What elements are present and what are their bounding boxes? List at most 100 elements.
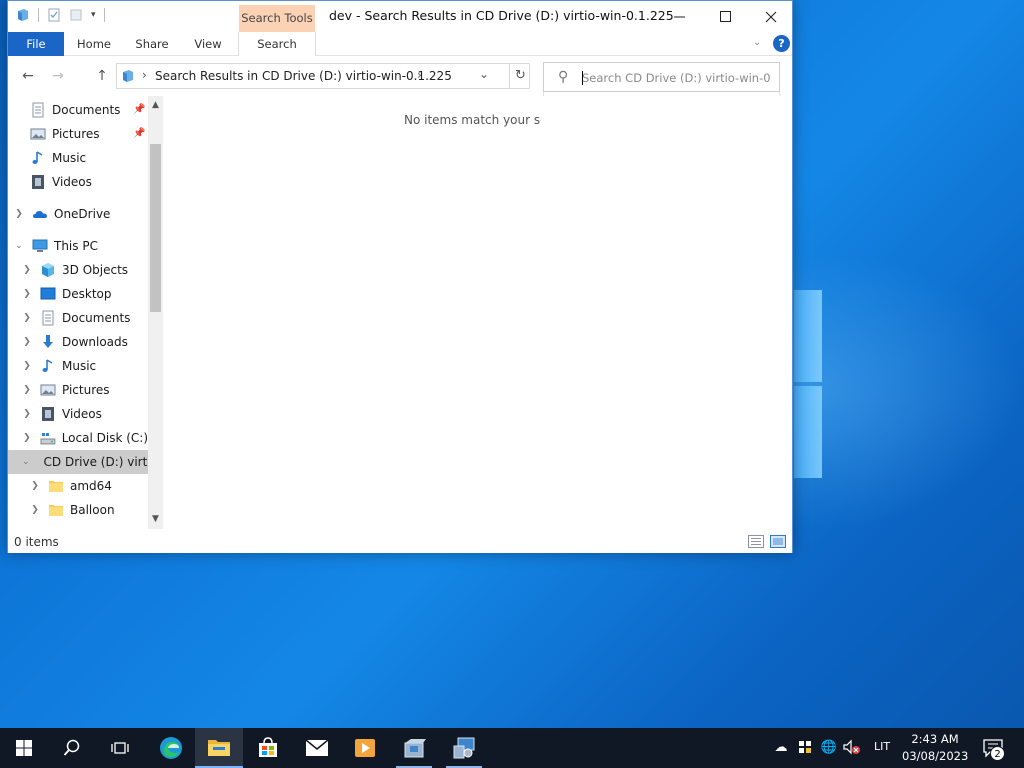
tab-view[interactable]: View — [184, 32, 232, 56]
chevron-right-icon[interactable]: ❯ — [22, 337, 32, 347]
search-box[interactable]: ⚲ — [543, 62, 780, 92]
address-history-chevron-icon[interactable]: ⌄ — [479, 67, 489, 81]
minimize-icon — [673, 16, 685, 18]
network-globe-icon[interactable]: 🌐 — [820, 739, 838, 757]
taskbar-edge[interactable] — [147, 728, 195, 768]
breadcrumb-separator-icon[interactable]: › — [142, 68, 147, 82]
chevron-right-icon[interactable]: ❯ — [22, 433, 32, 443]
tab-search[interactable]: Search — [238, 32, 316, 56]
taskbar-store[interactable] — [244, 728, 292, 768]
search-results-icon — [123, 70, 133, 82]
nav-item-label: Videos — [62, 407, 102, 421]
item-count: 0 items — [14, 535, 59, 549]
nav-item-cd-drive[interactable]: ⌄ CD Drive (D:) virtio-win-0.1.225 — [8, 450, 163, 474]
scrollbar-thumb[interactable] — [150, 144, 161, 312]
chevron-right-icon[interactable]: ❯ — [14, 209, 24, 219]
volume-muted-icon[interactable] — [843, 739, 861, 757]
nav-item-label: amd64 — [70, 479, 112, 493]
clock-time: 2:43 AM — [911, 732, 959, 746]
nav-item-documents-quick[interactable]: Documents 📌 — [8, 98, 148, 122]
nav-item-music[interactable]: ❯ Music — [8, 354, 148, 378]
minimize-button[interactable] — [656, 1, 702, 32]
nav-item-downloads[interactable]: ❯ Downloads — [8, 330, 148, 354]
folder-icon — [49, 481, 63, 492]
nav-item-documents[interactable]: ❯ Documents — [8, 306, 148, 330]
properties-icon[interactable] — [47, 8, 61, 22]
close-button[interactable] — [748, 1, 794, 32]
taskbar-media-player[interactable] — [341, 728, 389, 768]
start-button[interactable] — [0, 728, 48, 768]
nav-item-label: Local Disk (C:) — [61, 431, 148, 445]
nav-item-music-quick[interactable]: Music — [8, 146, 148, 170]
videos-icon — [32, 175, 44, 189]
chevron-right-icon[interactable]: ❯ — [22, 361, 32, 371]
help-button[interactable]: ? — [773, 35, 790, 52]
chevron-down-icon[interactable]: ⌄ — [22, 457, 30, 467]
scroll-down-icon[interactable]: ▼ — [148, 514, 163, 524]
weather-cloud-icon[interactable]: ☁ — [772, 739, 790, 757]
forward-button[interactable]: → — [47, 66, 69, 86]
nav-item-amd64[interactable]: ❯ amd64 — [8, 474, 148, 498]
nav-item-balloon[interactable]: ❯ Balloon — [8, 498, 148, 522]
nav-item-3d-objects[interactable]: ❯ 3D Objects — [8, 258, 148, 282]
clock-date: 03/08/2023 — [902, 749, 969, 763]
nav-item-local-disk[interactable]: ❯ Local Disk (C:) — [8, 426, 148, 450]
nav-item-label: Music — [62, 359, 97, 373]
chevron-right-icon[interactable]: ❯ — [22, 289, 32, 299]
nav-item-label: Pictures — [62, 383, 110, 397]
security-shield-icon[interactable] — [796, 739, 814, 757]
taskbar-app-installer[interactable] — [390, 728, 438, 768]
taskbar-setup-tool[interactable] — [440, 728, 488, 768]
expand-ribbon-icon[interactable]: ⌄ — [753, 37, 761, 48]
taskbar-search-button[interactable] — [48, 728, 96, 768]
nav-item-desktop[interactable]: ❯ Desktop — [8, 282, 148, 306]
breadcrumb-chevron-icon[interactable]: › — [417, 68, 422, 82]
task-view-button[interactable] — [96, 728, 144, 768]
scroll-up-icon[interactable]: ▲ — [148, 100, 163, 110]
chevron-right-icon[interactable]: ❯ — [22, 313, 32, 323]
tab-file[interactable]: File — [8, 32, 64, 56]
search-input[interactable] — [582, 68, 772, 88]
breadcrumb-search-results[interactable]: Search Results in CD Drive (D:) virtio-w… — [155, 69, 452, 83]
nav-item-onedrive[interactable]: ❯ OneDrive — [8, 202, 148, 226]
nav-item-videos-quick[interactable]: Videos — [8, 170, 148, 194]
chevron-right-icon[interactable]: ❯ — [22, 409, 32, 419]
nav-item-label: Videos — [52, 175, 92, 189]
details-view-icon[interactable] — [748, 535, 764, 548]
tab-home[interactable]: Home — [68, 32, 120, 56]
tab-share[interactable]: Share — [126, 32, 178, 56]
chevron-right-icon[interactable]: ❯ — [30, 505, 40, 515]
navigation-pane: Documents 📌 Pictures 📌 Music Videos ❯ On… — [8, 96, 163, 529]
large-icons-view-icon[interactable] — [770, 535, 786, 548]
chevron-right-icon[interactable]: ❯ — [30, 481, 40, 491]
taskbar-mail[interactable] — [293, 728, 341, 768]
chevron-right-icon[interactable]: ❯ — [22, 385, 32, 395]
task-view-icon — [111, 742, 129, 754]
nav-item-pictures-quick[interactable]: Pictures 📌 — [8, 122, 148, 146]
file-list-area[interactable]: No items match your search. — [163, 96, 792, 529]
navigation-scrollbar[interactable]: ▲ ▼ — [148, 96, 163, 529]
search-icon — [63, 739, 80, 756]
clock[interactable]: 2:43 AM 03/08/2023 — [902, 731, 968, 765]
chevron-down-icon[interactable]: ⌄ — [14, 241, 24, 251]
back-button[interactable]: ← — [17, 66, 39, 86]
nav-item-this-pc[interactable]: ⌄ This PC — [8, 234, 148, 258]
quick-access-toolbar: ▾ — [16, 8, 105, 22]
nav-item-videos[interactable]: ❯ Videos — [8, 402, 148, 426]
up-button[interactable]: ↑ — [91, 66, 113, 86]
taskbar-file-explorer[interactable] — [195, 728, 243, 768]
customize-qat-icon[interactable]: ▾ — [91, 10, 96, 20]
new-folder-icon[interactable] — [69, 8, 83, 22]
input-language-indicator[interactable]: LIT — [874, 740, 890, 753]
desktop-light-glow — [790, 250, 1024, 530]
edge-browser-icon — [160, 737, 182, 759]
onedrive-icon — [33, 211, 47, 218]
chevron-right-icon[interactable]: ❯ — [22, 265, 32, 275]
title-bar[interactable]: ▾ Search Tools dev - Search Results in C… — [8, 1, 792, 32]
music-icon — [32, 151, 43, 164]
maximize-button[interactable] — [702, 1, 748, 32]
nav-item-label: 3D Objects — [62, 263, 129, 277]
address-bar[interactable]: › Search Results in CD Drive (D:) virtio… — [116, 63, 530, 89]
nav-item-pictures[interactable]: ❯ Pictures — [8, 378, 148, 402]
refresh-button[interactable]: ↻ — [509, 64, 531, 88]
